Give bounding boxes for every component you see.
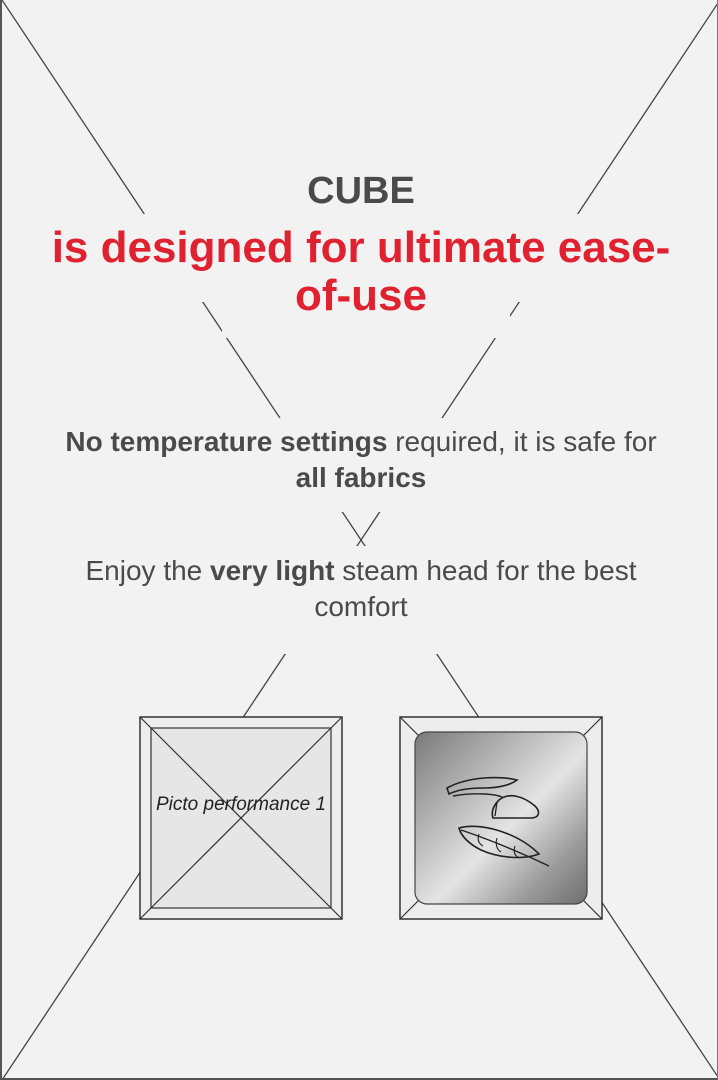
feature-text-lead: Enjoy the <box>85 555 211 586</box>
feature-text-middle: required, it is safe for <box>387 426 657 457</box>
feature-text-temperature: No temperature settings required, it is … <box>62 424 660 496</box>
placeholder-cross-icon <box>139 716 343 920</box>
feature-bold-temperature: No temperature settings <box>65 426 388 457</box>
feature-text-light-head: Enjoy the very light steam head for the … <box>62 553 660 625</box>
placeholder-cross-lines <box>2 0 717 1078</box>
picto-performance-1: Picto performance 1 <box>139 716 343 920</box>
feature-bold-very-light: very light <box>210 555 335 586</box>
brand-title: CUBE <box>307 170 415 212</box>
picto-performance-1-label: Picto performance 1 <box>155 794 327 815</box>
image-placeholder-frame: CUBE is designed for ultimate ease-of-us… <box>0 0 718 1080</box>
headline: is designed for ultimate ease-of-use <box>51 223 671 320</box>
iron-feather-icon <box>399 716 603 920</box>
picto-performance-2 <box>399 716 603 920</box>
feature-text-tail: steam head for the best comfort <box>314 555 637 622</box>
feature-bold-fabrics: all fabrics <box>295 462 427 493</box>
